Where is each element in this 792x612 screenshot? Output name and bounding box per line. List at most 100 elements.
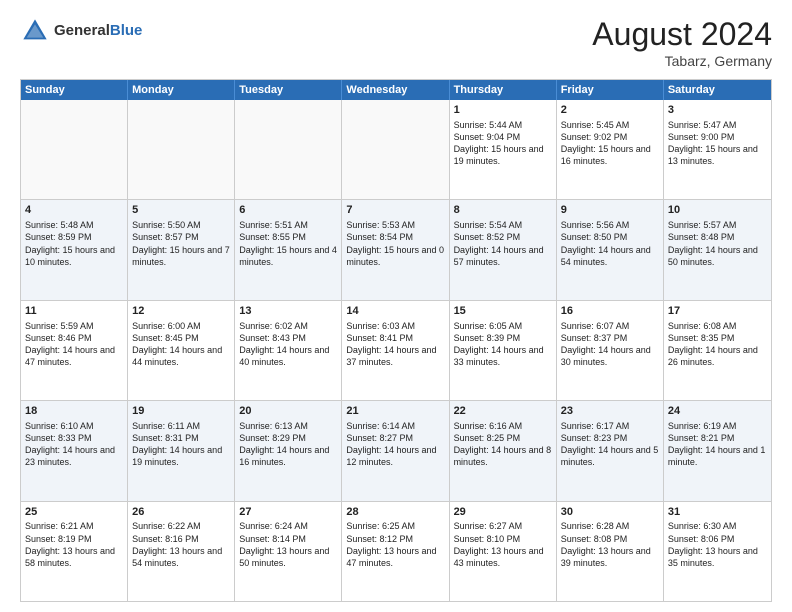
day-number: 27	[239, 505, 337, 520]
sunset-text: Sunset: 8:45 PM	[132, 333, 199, 343]
sunrise-text: Sunrise: 6:19 AM	[668, 421, 737, 431]
day-header-saturday: Saturday	[664, 80, 771, 100]
daylight-text: Daylight: 14 hours and 12 minutes.	[346, 445, 436, 467]
day-number: 17	[668, 304, 767, 319]
calendar-cell: 31Sunrise: 6:30 AM Sunset: 8:06 PM Dayligh…	[664, 502, 771, 601]
day-number: 16	[561, 304, 659, 319]
calendar-cell: 17Sunrise: 6:08 AMSunset: 8:35 PMDayligh…	[664, 301, 771, 400]
daylight-text: Daylight: 15 hours and 19 minutes.	[454, 144, 544, 166]
daylight-text: Daylight: 14 hours and 23 minutes.	[25, 445, 115, 467]
calendar-cell: 7Sunrise: 5:53 AMSunset: 8:54 PMDaylight…	[342, 200, 449, 299]
day-number: 25	[25, 505, 123, 520]
daylight-text: Daylight: 14 hours and 26 minutes.	[668, 345, 758, 367]
sunrise-text: Sunrise: 6:07 AM	[561, 321, 630, 331]
day-number: 22	[454, 404, 552, 419]
daylight-text: Daylight: 15 hours and 0 minutes.	[346, 245, 444, 267]
calendar-cell: 11 Sunrise: 5:59 AM Sunset: 8:46 PM Dayligh…	[21, 301, 128, 400]
sunset-text: Sunset: 8:48 PM	[668, 232, 735, 242]
day-number: 5	[132, 203, 230, 218]
daylight-text: Daylight: 14 hours and 50 minutes.	[668, 245, 758, 267]
calendar-cell: 24Sunrise: 6:19 AMSunset: 8:21 PMDayligh…	[664, 401, 771, 500]
daylight-text: Daylight: 14 hours and 8 minutes.	[454, 445, 552, 467]
calendar-cell: 29Sunrise: 6:27 AMSunset: 8:10 PMDayligh…	[450, 502, 557, 601]
daylight-text: Daylight: 15 hours and 4 minutes.	[239, 245, 337, 267]
day-number: 9	[561, 203, 659, 218]
calendar-row: 1Sunrise: 5:44 AMSunset: 9:04 PMDaylight…	[21, 100, 771, 200]
daylight-text: Daylight: 14 hours and 5 minutes.	[561, 445, 659, 467]
sunrise-text: Sunrise: 5:54 AM	[454, 220, 523, 230]
sunrise-text: Sunrise: 5:57 AM	[668, 220, 737, 230]
sunrise-text: Sunrise: 5:53 AM	[346, 220, 415, 230]
calendar-cell: 26Sunrise: 6:22 AM Sunset: 8:16 PM Dayligh…	[128, 502, 235, 601]
daylight-text: Daylight: 13 hours and 43 minutes.	[454, 546, 544, 568]
location: Tabarz, Germany	[592, 53, 772, 69]
calendar-row: 25Sunrise: 6:21 AMSunset: 8:19 PMDayligh…	[21, 502, 771, 601]
sunrise-text: Sunrise: 5:45 AM	[561, 120, 630, 130]
calendar-cell	[235, 100, 342, 199]
daylight-text: Daylight: 15 hours and 13 minutes.	[668, 144, 758, 166]
sunrise-text: Sunrise: 6:24 AM	[239, 521, 308, 531]
calendar-cell: 25Sunrise: 6:21 AMSunset: 8:19 PMDayligh…	[21, 502, 128, 601]
sunset-text: Sunset: 8:25 PM	[454, 433, 521, 443]
sunset-text: Sunset: 8:33 PM	[25, 433, 92, 443]
sunset-text: Sunset: 8:16 PM	[132, 534, 199, 544]
sunrise-text: Sunrise: 6:03 AM	[346, 321, 415, 331]
sunrise-text: Sunrise: 5:59 AM	[25, 321, 94, 331]
calendar-cell: 2Sunrise: 5:45 AMSunset: 9:02 PMDaylight…	[557, 100, 664, 199]
daylight-text: Daylight: 15 hours and 16 minutes.	[561, 144, 651, 166]
day-number: 20	[239, 404, 337, 419]
daylight-text: Daylight: 15 hours and 10 minutes.	[25, 245, 115, 267]
calendar-cell: 5Sunrise: 5:50 AMSunset: 8:57 PMDaylight…	[128, 200, 235, 299]
calendar-row: 18Sunrise: 6:10 AMSunset: 8:33 PMDayligh…	[21, 401, 771, 501]
calendar-cell: 16Sunrise: 6:07 AMSunset: 8:37 PMDayligh…	[557, 301, 664, 400]
sunrise-text: Sunrise: 6:05 AM	[454, 321, 523, 331]
sunset-text: Sunset: 8:27 PM	[346, 433, 413, 443]
title-block: August 2024 Tabarz, Germany	[592, 16, 772, 69]
calendar: SundayMondayTuesdayWednesdayThursdayFrid…	[20, 79, 772, 602]
calendar-cell: 15Sunrise: 6:05 AMSunset: 8:39 PMDayligh…	[450, 301, 557, 400]
logo: GeneralBlue	[20, 16, 142, 46]
daylight-text: Daylight: 14 hours and 47 minutes.	[25, 345, 115, 367]
sunset-text: Sunset: 8:52 PM	[454, 232, 521, 242]
daylight-text: Daylight: 14 hours and 57 minutes.	[454, 245, 544, 267]
sunset-text: Sunset: 8:46 PM	[25, 333, 92, 343]
sunset-text: Sunset: 8:06 PM	[668, 534, 735, 544]
sunrise-text: Sunrise: 5:47 AM	[668, 120, 737, 130]
sunrise-text: Sunrise: 6:08 AM	[668, 321, 737, 331]
sunset-text: Sunset: 9:02 PM	[561, 132, 628, 142]
day-header-wednesday: Wednesday	[342, 80, 449, 100]
daylight-text: Daylight: 13 hours and 58 minutes.	[25, 546, 115, 568]
day-number: 29	[454, 505, 552, 520]
daylight-text: Daylight: 15 hours and 7 minutes.	[132, 245, 230, 267]
sunset-text: Sunset: 8:14 PM	[239, 534, 306, 544]
day-number: 28	[346, 505, 444, 520]
sunset-text: Sunset: 8:54 PM	[346, 232, 413, 242]
calendar-cell: 6Sunrise: 5:51 AMSunset: 8:55 PMDaylight…	[235, 200, 342, 299]
sunrise-text: Sunrise: 6:30 AM	[668, 521, 737, 531]
daylight-text: Daylight: 14 hours and 40 minutes.	[239, 345, 329, 367]
calendar-cell: 4Sunrise: 5:48 AMSunset: 8:59 PMDaylight…	[21, 200, 128, 299]
day-header-thursday: Thursday	[450, 80, 557, 100]
day-number: 11	[25, 304, 123, 319]
sunrise-text: Sunrise: 6:22 AM	[132, 521, 201, 531]
sunset-text: Sunset: 8:10 PM	[454, 534, 521, 544]
daylight-text: Daylight: 14 hours and 19 minutes.	[132, 445, 222, 467]
day-number: 24	[668, 404, 767, 419]
day-header-friday: Friday	[557, 80, 664, 100]
day-number: 8	[454, 203, 552, 218]
daylight-text: Daylight: 13 hours and 54 minutes.	[132, 546, 222, 568]
sunrise-text: Sunrise: 6:16 AM	[454, 421, 523, 431]
day-number: 4	[25, 203, 123, 218]
sunset-text: Sunset: 8:19 PM	[25, 534, 92, 544]
daylight-text: Daylight: 14 hours and 54 minutes.	[561, 245, 651, 267]
daylight-text: Daylight: 13 hours and 35 minutes.	[668, 546, 758, 568]
calendar-cell: 14Sunrise: 6:03 AMSunset: 8:41 PMDayligh…	[342, 301, 449, 400]
daylight-text: Daylight: 14 hours and 1 minute.	[668, 445, 766, 467]
day-number: 31	[668, 505, 767, 520]
sunset-text: Sunset: 9:04 PM	[454, 132, 521, 142]
calendar-row: 11 Sunrise: 5:59 AM Sunset: 8:46 PM Dayligh…	[21, 301, 771, 401]
logo-text: GeneralBlue	[54, 23, 142, 40]
day-number: 26	[132, 505, 230, 520]
sunrise-text: Sunrise: 6:13 AM	[239, 421, 308, 431]
sunrise-text: Sunrise: 5:48 AM	[25, 220, 94, 230]
